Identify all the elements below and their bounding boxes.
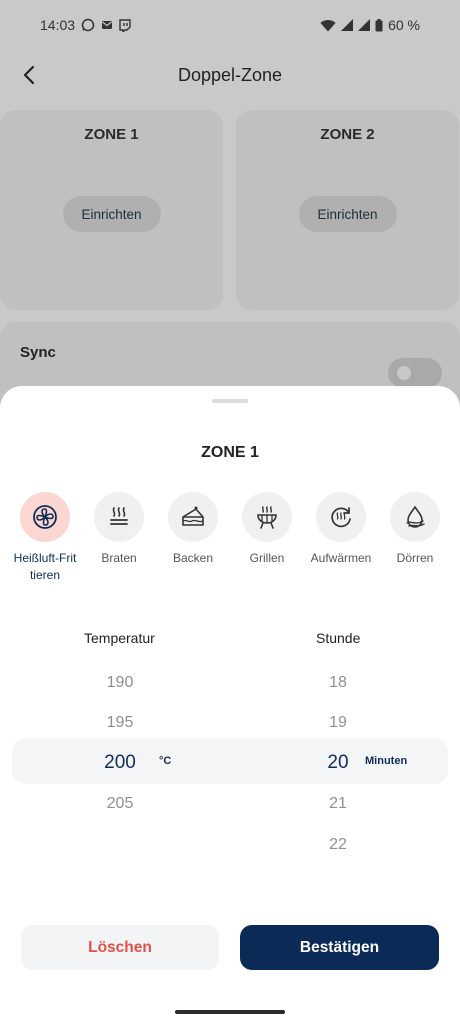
mode-label: Dörren: [396, 551, 434, 565]
signal-icon-2: [358, 19, 371, 31]
bottom-sheet: ZONE 1 Heißluft-Frit tieren Braten Backe…: [0, 386, 460, 1000]
zone-1-title: ZONE 1: [84, 126, 139, 143]
battery-percent: 60 %: [388, 17, 420, 33]
mode-label: Aufwärmen: [310, 551, 372, 565]
time-option[interactable]: 22: [298, 836, 378, 854]
mail-icon: [101, 19, 113, 31]
sync-toggle[interactable]: [388, 358, 442, 388]
mode-heissluft-frittieren[interactable]: Heißluft-Frit tieren: [8, 492, 82, 584]
zone-2-card: ZONE 2 Einrichten: [236, 110, 459, 310]
mode-backen[interactable]: Backen: [156, 492, 230, 567]
time-unit: Minuten: [365, 755, 408, 767]
battery-icon: [375, 18, 383, 32]
mode-doerren[interactable]: Dörren: [378, 492, 452, 567]
zone-2-title: ZONE 2: [320, 126, 375, 143]
temperature-option[interactable]: 195: [80, 714, 160, 732]
time-option[interactable]: 19: [298, 714, 378, 732]
temperature-option[interactable]: 190: [80, 674, 160, 692]
time-option[interactable]: 21: [298, 795, 378, 813]
zone-1-setup-button[interactable]: Einrichten: [62, 196, 161, 232]
confirm-button[interactable]: Bestätigen: [240, 925, 439, 970]
system-nav-bar: [0, 1000, 460, 1024]
mode-braten[interactable]: Braten: [82, 492, 156, 567]
wifi-icon: [320, 19, 336, 32]
home-gesture-pill[interactable]: [175, 1010, 285, 1014]
mode-label: Backen: [172, 551, 214, 565]
delete-button[interactable]: Löschen: [21, 925, 219, 970]
reheat-icon: [331, 507, 351, 528]
grill-icon: [257, 506, 277, 529]
top-app-bar: Doppel-Zone: [0, 50, 460, 100]
time-option[interactable]: 18: [298, 674, 378, 692]
mode-label: Heißluft-Frit tieren: [13, 551, 77, 582]
zone-2-setup-button[interactable]: Einrichten: [298, 196, 397, 232]
temperature-selected[interactable]: 200: [80, 752, 160, 774]
mode-label: Braten: [101, 551, 137, 565]
fan-icon: [33, 505, 57, 529]
back-arrow-icon: [23, 65, 35, 85]
back-button[interactable]: [14, 60, 44, 90]
cooking-modes: Heißluft-Frit tieren Braten Backen Grill…: [0, 492, 460, 592]
sheet-title: ZONE 1: [201, 444, 259, 461]
page-title: Doppel-Zone: [177, 64, 283, 85]
mode-grillen[interactable]: Grillen: [230, 492, 304, 567]
dehydrate-icon: [406, 506, 425, 528]
status-bar: 14:03 60 %: [0, 0, 460, 50]
time-header: Stunde: [316, 630, 361, 646]
mode-aufwaermen[interactable]: Aufwärmen: [304, 492, 378, 567]
temperature-header: Temperatur: [84, 630, 155, 646]
mode-label: Grillen: [249, 551, 285, 565]
signal-icon: [341, 19, 354, 31]
whatsapp-icon: [81, 18, 95, 32]
temperature-option[interactable]: 205: [80, 795, 160, 813]
status-time: 14:03: [40, 17, 76, 33]
zone-1-card: ZONE 1 Einrichten: [0, 110, 223, 310]
sheet-drag-handle[interactable]: [212, 399, 248, 403]
twitch-icon: [119, 18, 131, 32]
temperature-unit: °C: [159, 755, 172, 767]
cake-icon: [182, 506, 204, 526]
sync-label: Sync: [20, 344, 56, 361]
roast-icon: [110, 507, 128, 525]
